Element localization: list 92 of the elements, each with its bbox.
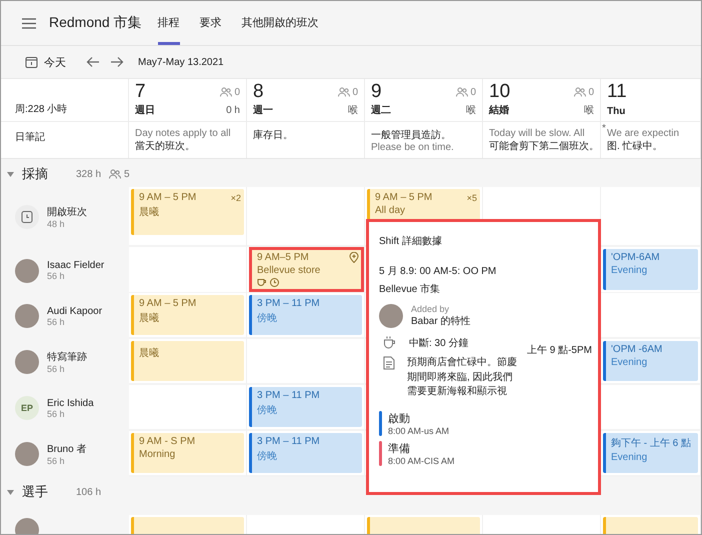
person-name: Eric Ishida	[47, 398, 94, 408]
weekday: Thu	[607, 106, 626, 117]
person-hours: 56 h	[47, 271, 66, 281]
avatar-placeholder	[15, 350, 39, 374]
weekday: 結婚	[489, 104, 509, 117]
staff-count: 0	[574, 86, 594, 98]
person-hours: 56 h	[47, 456, 66, 466]
calendar-icon	[25, 56, 38, 68]
person-name: 特寫筆跡	[47, 350, 87, 364]
added-by-label: Added by	[411, 304, 450, 314]
shift-card[interactable]: 9 AM – 5 PM ×2 晨曦	[131, 189, 244, 235]
day-number: 9	[371, 81, 382, 103]
tab[interactable]: 其他開啟的班次	[242, 1, 319, 45]
added-by-name: Babar 的特性	[411, 314, 470, 328]
day-number: 11	[607, 81, 627, 103]
avatar-placeholder	[379, 304, 403, 328]
person-hours: 56 h	[47, 408, 66, 418]
shift-card[interactable]: 夠下午 - 上午 6 點 Evening	[603, 433, 698, 473]
person-name: Audi Kapoor	[47, 306, 102, 316]
day-number: 10	[489, 81, 510, 103]
activity-name: 啟動	[388, 412, 411, 426]
shift-card[interactable]: 9 AM–5 PM Bellevue store	[249, 249, 362, 290]
clock-icon	[270, 278, 279, 287]
note-marker: *	[602, 123, 606, 134]
collapse-caret-icon[interactable]	[7, 490, 14, 494]
shift-card[interactable]: 3 PM – 11 PM 傍晚	[249, 295, 362, 335]
day-hours: 喉	[584, 104, 594, 117]
person-name: Bruno 者	[47, 442, 86, 456]
shift-card[interactable]: 9 AM - S PM Morning	[131, 433, 244, 473]
break-duration: 中斷: 30 分鐘	[409, 336, 468, 350]
collapse-caret-icon[interactable]	[7, 172, 14, 176]
person-hours: 56 h	[47, 364, 66, 374]
person-hours: 56 h	[47, 316, 66, 326]
initials-avatar: EP	[15, 396, 39, 420]
shift-location: Bellevue 市集	[379, 282, 442, 296]
activity-name: 準備	[388, 442, 411, 456]
shift-card[interactable]: 9 AM – 5 PM 晨曦	[131, 295, 244, 335]
menu-icon[interactable]	[22, 18, 36, 28]
shift-card[interactable]: 'OPM -6AM Evening	[603, 341, 698, 381]
group-hours: 106 h	[76, 486, 102, 498]
shift-note: 預期商店會忙碌中。節慶期間即將來臨, 因此我們需要更新海報和顯示視	[407, 356, 518, 399]
staff-count: 0	[220, 86, 240, 98]
app-title: Redmond 市集	[49, 14, 142, 32]
avatar-placeholder	[15, 304, 39, 328]
open-shifts-icon	[15, 205, 39, 229]
day-notes-label: 日筆記	[15, 130, 45, 144]
person-name: 開啟班次	[47, 206, 87, 219]
tab[interactable]: 要求	[200, 1, 222, 45]
day-note: Day notes apply to all	[135, 128, 232, 139]
forward-arrow-icon[interactable]	[110, 56, 124, 68]
person-hours: 48 h	[47, 219, 66, 229]
day-note: 图. 忙碌中。	[607, 140, 664, 153]
shift-time: 5 月 8.9: 00 AM-5: OO PM	[379, 265, 498, 278]
staff-count: 0	[338, 86, 358, 98]
popover-title: Shift 詳細數據	[379, 234, 443, 248]
day-note: 可能會剪下第二個班次。	[489, 140, 596, 153]
week-hours: 周:228 小時	[15, 102, 68, 116]
day-number: 7	[135, 81, 146, 103]
group-name: 選手	[22, 483, 48, 501]
day-number: 8	[253, 81, 264, 103]
day-note: 一般管理員造訪。	[371, 128, 452, 142]
activity-time: 8:00 AM-CIS AM	[388, 456, 455, 466]
back-arrow-icon[interactable]	[86, 56, 100, 68]
weekday: 週二	[371, 104, 391, 117]
shift-card[interactable]: 3 PM – 11 PM 傍晚	[249, 387, 362, 427]
staff-count: 0	[456, 86, 476, 98]
shift-card[interactable]: 'OPM-6AM Evening	[603, 249, 698, 290]
tab[interactable]: 排程	[158, 1, 180, 45]
day-note: Please be on time.	[371, 142, 455, 153]
person-name: Isaac Fielder	[47, 260, 104, 271]
day-note: 當天的班次。	[135, 140, 196, 153]
shift-card[interactable]: 晨曦	[131, 341, 244, 381]
day-note: We are expectin	[607, 128, 680, 139]
day-note: Today will be slow. All	[489, 128, 586, 139]
date-range: May7-May 13.2021	[138, 56, 224, 68]
group-staff-count: 5	[109, 168, 130, 180]
day-hours: 0 h	[226, 104, 240, 116]
group-hours: 328 h	[76, 168, 102, 180]
group-name: 採摘	[22, 165, 48, 183]
shift-time-label: 上午 9 點-5PM	[526, 343, 592, 357]
avatar-placeholder	[15, 258, 39, 282]
note-icon	[383, 356, 395, 370]
cup-icon	[383, 336, 397, 349]
weekday: 週一	[253, 104, 273, 117]
day-note: 庫存日。	[253, 128, 294, 142]
day-hours: 喉	[466, 104, 476, 117]
activity-time: 8:00 AM-us AM	[388, 426, 450, 436]
shift-card[interactable]: 3 PM – 11 PM 傍晚	[249, 433, 362, 473]
avatar-placeholder	[15, 442, 39, 466]
today-button[interactable]: 今天	[25, 54, 66, 70]
weekday: 週日	[135, 104, 155, 117]
day-hours: 喉	[348, 104, 358, 117]
